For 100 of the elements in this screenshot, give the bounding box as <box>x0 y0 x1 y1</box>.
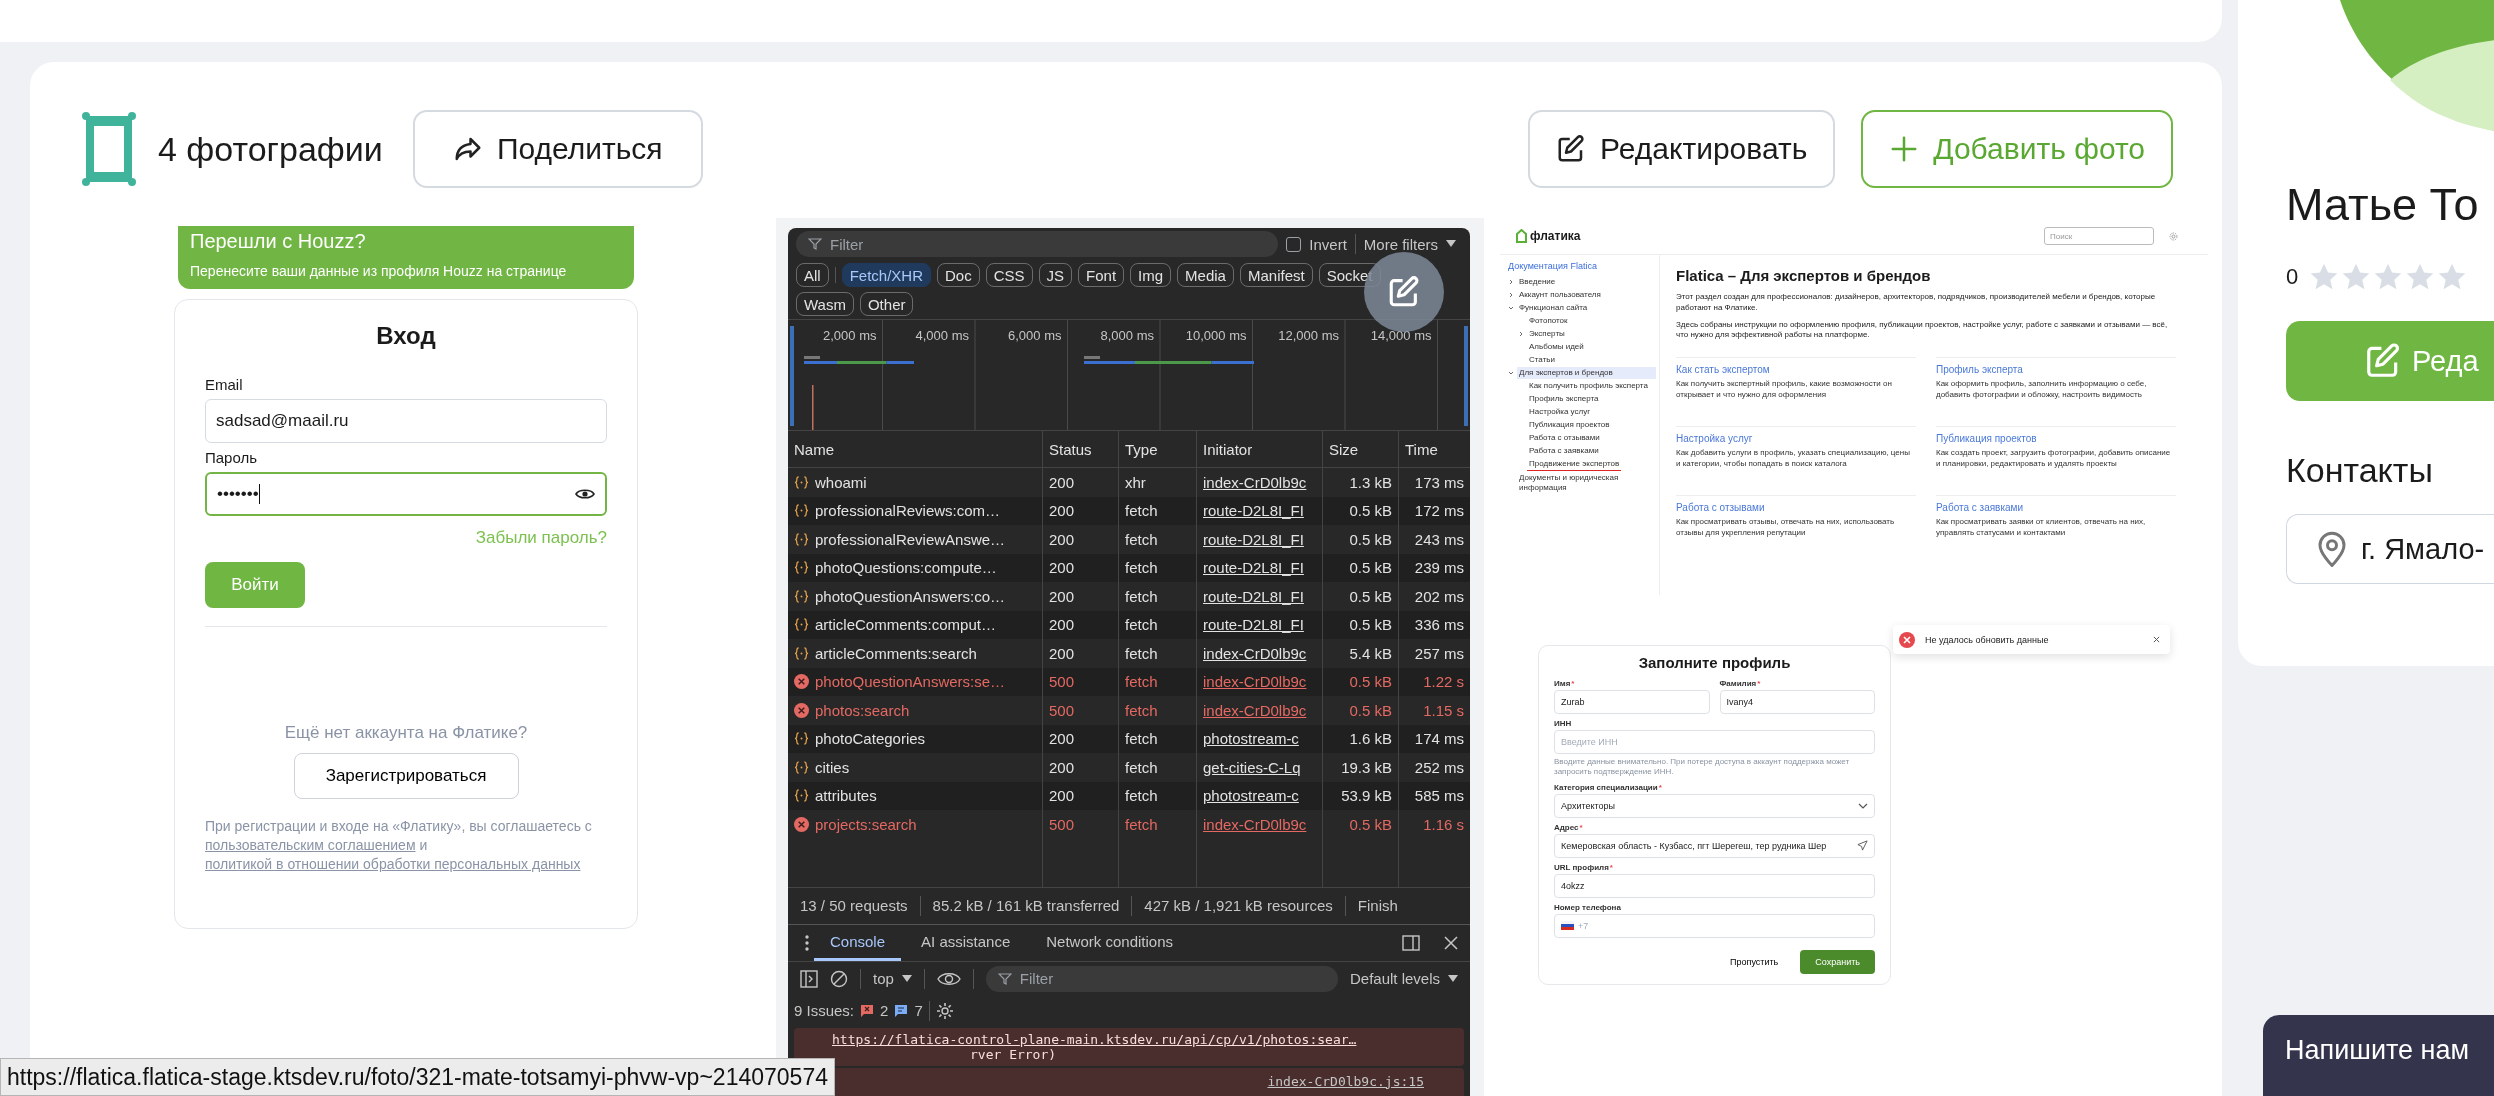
column-header[interactable]: Type <box>1118 431 1196 467</box>
sidebar-title[interactable]: Документация Flatica <box>1508 261 1659 271</box>
context-dropdown[interactable]: top <box>873 970 912 987</box>
section-link[interactable]: Работа с отзывами <box>1676 502 1916 514</box>
clear-icon[interactable] <box>830 969 848 988</box>
filter-chip[interactable]: Other <box>859 292 914 316</box>
close-icon[interactable] <box>2153 636 2160 643</box>
drawer-tab[interactable]: AI assistance <box>905 924 1027 961</box>
nav-item[interactable]: Для экспертов и брендов <box>1517 367 1656 379</box>
address-field[interactable]: Кемеровская область - Кузбасс, пгт Шерегеш, тер рудника Шер <box>1554 833 1875 858</box>
nav-item[interactable]: Альбомы идей <box>1527 341 1586 353</box>
nav-item[interactable]: Функционал сайта <box>1517 302 1590 314</box>
column-header[interactable]: Status <box>1042 431 1118 467</box>
initiator-link[interactable]: route-D2L8I_FI <box>1203 559 1304 577</box>
column-header[interactable]: Size <box>1322 431 1398 467</box>
initiator-link[interactable]: get-cities-C-Lq <box>1203 758 1301 776</box>
nav-item[interactable]: Публикация проектов <box>1527 419 1612 431</box>
initiator-link[interactable]: index-CrD0lb9c <box>1203 673 1307 691</box>
nav-item[interactable]: Работа с заявками <box>1527 445 1601 457</box>
chat-widget[interactable]: Напишите нам <box>2263 1015 2494 1096</box>
nav-item[interactable]: Фотопоток <box>1527 315 1570 327</box>
request-row[interactable]: attributes 200 fetch photostream-c 53.9 kB 585 ms <box>788 781 1470 810</box>
password-field[interactable]: ••••••• <box>205 472 607 516</box>
column-header[interactable]: Name <box>788 431 1042 467</box>
initiator-link[interactable]: route-D2L8I_FI <box>1203 587 1304 605</box>
category-select[interactable]: Архитекторы <box>1554 793 1875 818</box>
filter-chip[interactable]: All <box>796 263 829 287</box>
initiator-link[interactable]: route-D2L8I_FI <box>1203 502 1304 520</box>
dock-side-icon[interactable] <box>1402 934 1420 951</box>
error-url-link[interactable]: https://flatica-control-plane-main.ktsdev.ru/api/cp/v1/photos:sear… <box>832 1031 1456 1047</box>
nav-item[interactable]: Профиль эксперта <box>1527 393 1601 405</box>
filter-field[interactable]: Filter <box>796 231 1279 257</box>
share-button[interactable]: Поделиться <box>412 110 703 188</box>
initiator-link[interactable]: index-CrD0lb9c <box>1203 701 1307 719</box>
edit-button[interactable]: Редактировать <box>1528 110 1836 188</box>
field-label: Фамилия* <box>1719 679 1762 688</box>
filter-chip[interactable]: Doc <box>937 263 980 287</box>
sidebar-icon[interactable] <box>800 969 818 988</box>
eye-icon[interactable] <box>936 971 961 986</box>
save-button[interactable]: Сохранить <box>1800 949 1875 974</box>
initiator-link[interactable]: index-CrD0lb9c <box>1203 815 1307 833</box>
request-row[interactable]: photoCategories 200 fetch photostream-c 1.6 kB 174 ms <box>788 724 1470 753</box>
register-button[interactable]: Зарегистрироваться <box>293 753 519 799</box>
filter-chip[interactable]: CSS <box>985 263 1033 287</box>
more-vertical-icon[interactable] <box>804 933 810 952</box>
email-field[interactable]: sadsad@maail.ru <box>205 399 607 443</box>
section-link[interactable]: Публикация проектов <box>1936 433 2176 445</box>
console-filter-field[interactable]: Filter <box>985 965 1338 992</box>
filter-chip[interactable]: Img <box>1130 263 1172 287</box>
filter-chip[interactable]: Media <box>1177 263 1234 287</box>
eye-icon[interactable] <box>575 487 595 501</box>
drawer-tab[interactable]: Network conditions <box>1030 924 1189 961</box>
filter-chip[interactable]: Font <box>1078 263 1125 287</box>
section-link[interactable]: Работа с заявками <box>1936 502 2176 514</box>
braces-icon <box>794 645 809 661</box>
request-row[interactable]: professionalReviews:com… 200 fetch route-D2L8I_FI 0.5 kB 172 ms <box>788 496 1470 525</box>
column-header[interactable]: Time <box>1398 431 1470 467</box>
nav-item[interactable]: Аккаунт пользователя <box>1517 289 1603 301</box>
filter-chip[interactable]: Wasm <box>796 292 854 316</box>
nav-item[interactable]: Введение <box>1517 276 1558 288</box>
nav-item[interactable]: Документы и юридическая информация <box>1517 472 1656 494</box>
invert-checkbox[interactable] <box>1286 236 1302 252</box>
nav-item[interactable]: Эксперты <box>1527 328 1567 340</box>
initiator-link[interactable]: route-D2L8I_FI <box>1203 530 1304 548</box>
initiator-link[interactable]: photostream-c <box>1203 787 1299 805</box>
type-cell: fetch <box>1118 525 1196 554</box>
house-logo-icon <box>1516 229 1527 243</box>
source-link[interactable]: index-CrD0lb9c.js:15 <box>1267 1073 1424 1089</box>
request-name: photoQuestions:compute… <box>815 559 997 577</box>
chevron-down-icon <box>1858 802 1868 809</box>
filter-chip[interactable]: Fetch/XHR <box>841 263 932 287</box>
nav-item[interactable]: Как получить профиль эксперта <box>1527 380 1650 392</box>
request-row[interactable]: articleComments:comput… 200 fetch route-D2L8I_FI 0.5 kB 336 ms <box>788 610 1470 639</box>
section-link[interactable]: Профиль эксперта <box>1936 364 2176 376</box>
text-field[interactable]: Ivany4 <box>1719 690 1875 714</box>
levels-dropdown[interactable]: Default levels <box>1349 970 1458 987</box>
section-link[interactable]: Как стать экспертом <box>1676 364 1916 376</box>
more-filters-dropdown[interactable]: More filters <box>1363 235 1462 253</box>
section-link[interactable]: Настройка услуг <box>1676 433 1916 445</box>
initiator-link[interactable]: index-CrD0lb9c <box>1203 644 1307 662</box>
nav-item[interactable]: Работа с отзывами <box>1527 432 1602 444</box>
text-field[interactable]: 4okzz <box>1554 873 1875 898</box>
column-header[interactable]: Initiator <box>1196 431 1322 467</box>
nav-item[interactable]: Настройка услуг <box>1527 406 1593 418</box>
login-title: Вход <box>376 322 436 350</box>
initiator-link[interactable]: index-CrD0lb9c <box>1203 473 1307 491</box>
nav-item[interactable]: Статьи <box>1527 354 1557 366</box>
drawer-tab[interactable]: Console <box>814 924 902 961</box>
skip-button[interactable]: Пропустить <box>1724 955 1785 968</box>
text-field[interactable]: Zurab <box>1554 690 1710 714</box>
nav-item[interactable]: Продвижение экспертов <box>1527 458 1622 471</box>
request-row[interactable]: photoQuestions:compute… 200 fetch route-D2L8I_FI 0.5 kB 239 ms <box>788 553 1470 582</box>
filter-chip[interactable]: JS <box>1038 263 1073 287</box>
initiator-link[interactable]: route-D2L8I_FI <box>1203 616 1304 634</box>
filter-chip[interactable]: Manifest <box>1239 263 1313 287</box>
request-row[interactable]: photoQuestionAnswers:se… 500 fetch index-CrD0lb9c 0.5 kB 1.22 s <box>788 667 1470 696</box>
status-cell: 500 <box>1042 696 1118 725</box>
settings-icon[interactable] <box>935 1001 954 1020</box>
initiator-link[interactable]: photostream-c <box>1203 730 1299 748</box>
timeline-label: 12,000 ms <box>1278 328 1339 343</box>
